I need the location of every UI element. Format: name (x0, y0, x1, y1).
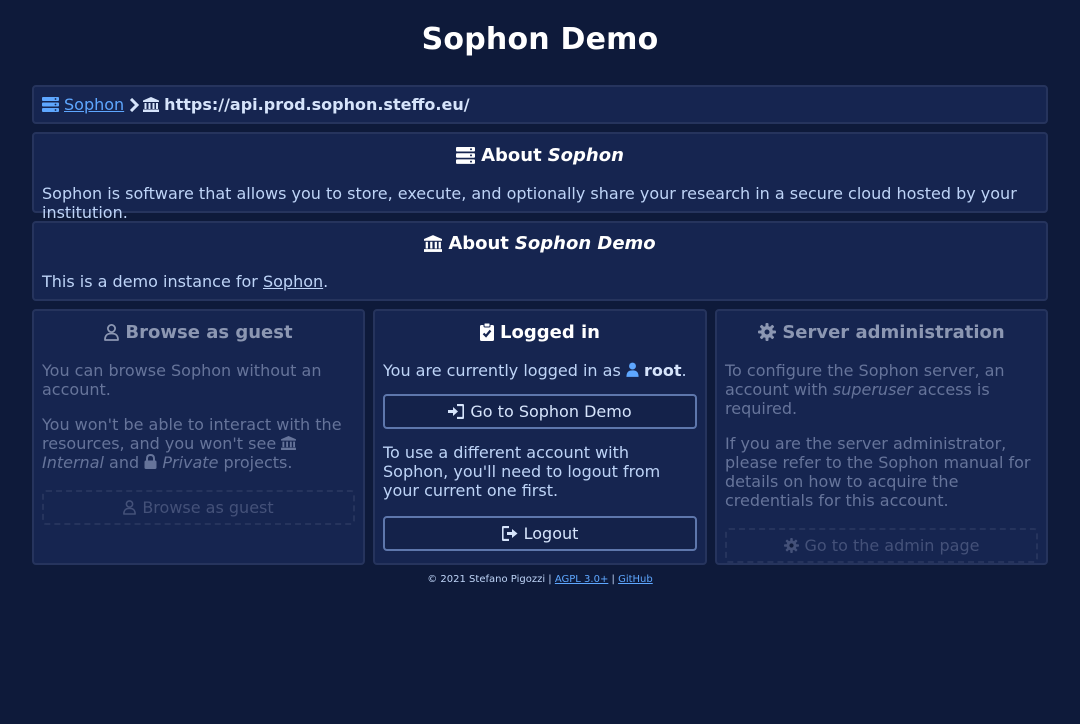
sign-in-icon (448, 404, 465, 419)
footer: © 2021 Stefano Pigozzi | AGPL 3.0+ | Git… (427, 574, 653, 585)
browse-as-guest-button[interactable]: Browse as guest (42, 490, 355, 525)
guest-heading: Browse as guest (42, 321, 355, 343)
about-sophon-text: Sophon is software that allows you to st… (42, 184, 1017, 222)
lock-icon (144, 454, 157, 469)
admin-text-2: If you are the server administrator, ple… (725, 434, 1031, 510)
sophon-link[interactable]: Sophon (263, 272, 323, 291)
about-instance-text: This is a demo instance for Sophon. (42, 272, 329, 291)
clipboard-check-icon (480, 323, 495, 341)
license-link[interactable]: AGPL 3.0+ (555, 574, 608, 585)
breadcrumb-root-label: Sophon (64, 95, 125, 114)
page-title: Sophon Demo (421, 22, 659, 57)
university-icon (143, 97, 160, 112)
university-icon (424, 234, 443, 252)
admin-panel: Server administration To configure the S… (715, 309, 1048, 565)
user-outline-icon (104, 323, 120, 341)
sign-out-icon (501, 526, 518, 541)
user-outline-icon (123, 500, 137, 515)
footer-copyright: © 2021 Stefano Pigozzi (427, 574, 546, 585)
about-sophon-heading: About Sophon (42, 144, 1038, 166)
guest-text-2: You won't be able to interact with the r… (42, 415, 342, 472)
logged-in-panel: Logged in You are currently logged in as… (373, 309, 707, 565)
breadcrumb-current: https://api.prod.sophon.steffo.eu/ (143, 95, 470, 114)
university-icon (281, 436, 297, 450)
user-icon (626, 362, 639, 377)
about-sophon-heading-emph: Sophon (547, 144, 624, 166)
about-instance-heading: About Sophon Demo (42, 232, 1038, 254)
about-instance-heading-emph: Sophon Demo (514, 232, 656, 254)
chevron-right-icon (129, 97, 140, 112)
cog-icon (758, 323, 777, 341)
breadcrumb-root-link[interactable]: Sophon (42, 95, 124, 114)
server-icon (456, 146, 476, 164)
cog-icon (783, 538, 799, 553)
server-icon (42, 97, 59, 112)
username: root (643, 361, 682, 380)
go-to-admin-page-button[interactable]: Go to the admin page (725, 528, 1038, 563)
logged-in-heading: Logged in (383, 321, 697, 343)
breadcrumb-current-label: https://api.prod.sophon.steffo.eu/ (164, 95, 470, 114)
about-sophon-panel: About Sophon Sophon is software that all… (32, 132, 1048, 222)
logged-in-text-2: To use a different account with Sophon, … (383, 443, 661, 500)
logged-in-text-1: You are currently logged in as root. (383, 361, 687, 380)
guest-panel: Browse as guest You can browse Sophon wi… (32, 309, 365, 565)
admin-heading: Server administration (725, 321, 1038, 343)
go-to-sophon-demo-button[interactable]: Go to Sophon Demo (383, 394, 697, 429)
guest-text-1: You can browse Sophon without an account… (42, 361, 322, 399)
breadcrumb: Sophon https://api.prod.sophon.steffo.eu… (32, 85, 1048, 124)
admin-text-1: To configure the Sophon server, an accou… (725, 361, 1005, 418)
logout-button[interactable]: Logout (383, 516, 697, 551)
about-instance-panel: About Sophon Demo This is a demo instanc… (32, 221, 1048, 301)
github-link[interactable]: GitHub (618, 574, 653, 585)
